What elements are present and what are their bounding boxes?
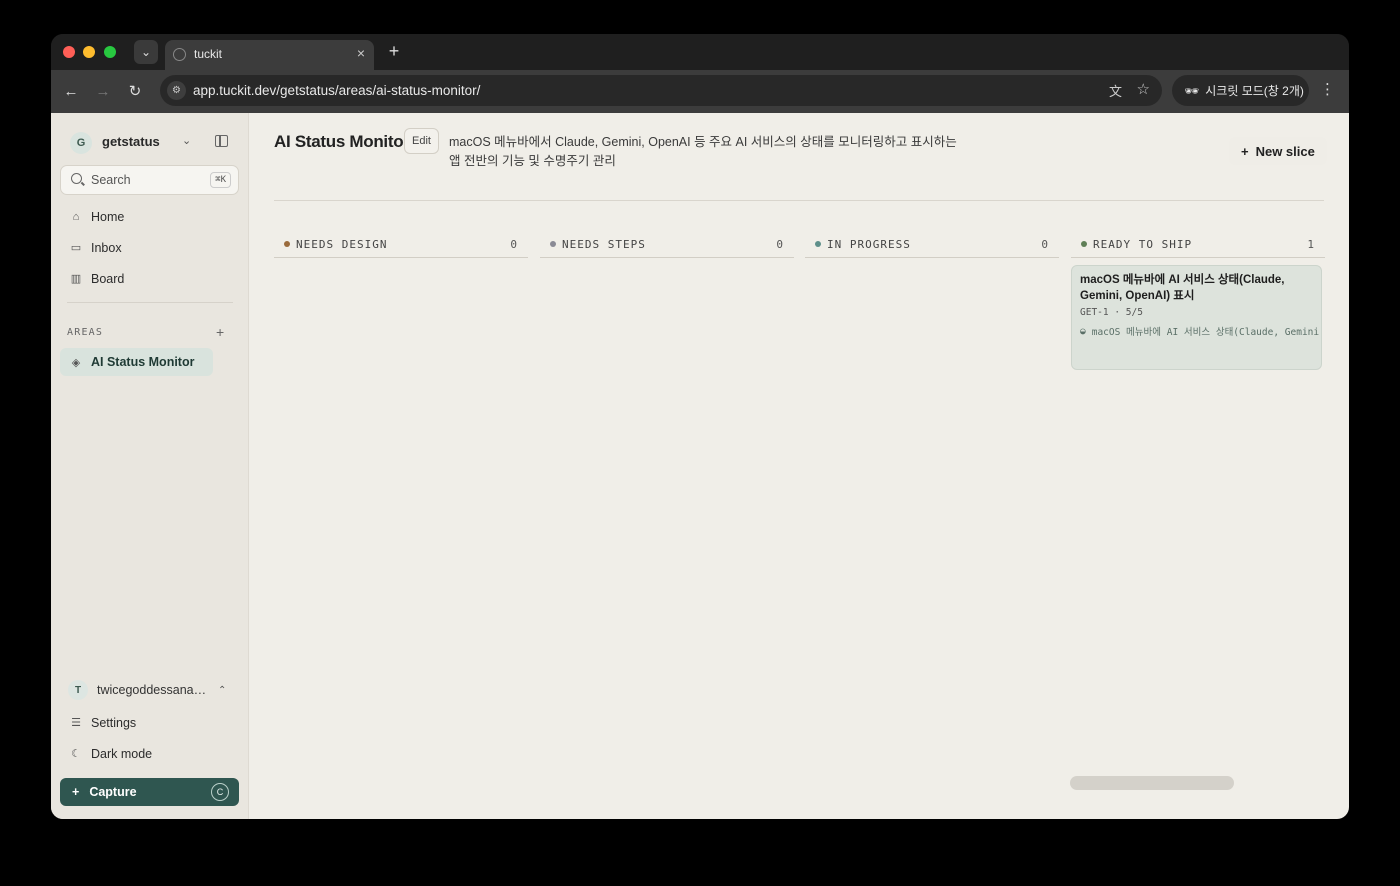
translate-icon[interactable]: 文 bbox=[1109, 81, 1122, 100]
column-title: NEEDS DESIGN bbox=[296, 237, 388, 251]
incognito-label: 시크릿 모드(창 2개) bbox=[1205, 84, 1304, 98]
site-info-icon[interactable]: ⚙ bbox=[167, 81, 186, 100]
bowl-icon: ◒ bbox=[1080, 325, 1086, 337]
chevron-down-icon: ⌄ bbox=[140, 45, 152, 59]
column-header: READY TO SHIP 1 bbox=[1071, 231, 1325, 258]
column-title: READY TO SHIP bbox=[1093, 237, 1193, 251]
dark-mode-toggle[interactable]: ☾ Dark mode bbox=[60, 740, 239, 767]
workspace-avatar[interactable]: G bbox=[70, 132, 92, 154]
new-slice-label: New slice bbox=[1255, 143, 1315, 159]
dark-mode-label: Dark mode bbox=[91, 746, 153, 761]
areas-heading: AREAS bbox=[67, 327, 104, 338]
sidebar-item-ai-status-monitor[interactable]: ◈ AI Status Monitor bbox=[60, 348, 213, 376]
column-header: NEEDS DESIGN 0 bbox=[274, 231, 528, 258]
column-in-progress: IN PROGRESS 0 bbox=[805, 231, 1059, 258]
column-count: 0 bbox=[776, 237, 784, 251]
sidebar-item-settings[interactable]: ☰ Settings bbox=[60, 709, 239, 736]
slice-card[interactable]: macOS 메뉴바에 AI 서비스 상태(Claude, Gemini, Ope… bbox=[1071, 265, 1322, 370]
close-window-button[interactable] bbox=[63, 46, 75, 58]
tab-strip: ⌄ tuckit × + bbox=[51, 34, 1349, 70]
plus-icon: + bbox=[72, 785, 80, 799]
column-header: IN PROGRESS 0 bbox=[805, 231, 1059, 258]
edit-area-button[interactable]: Edit bbox=[404, 128, 439, 154]
reload-button[interactable]: ↻ bbox=[124, 80, 146, 102]
tab-close-icon[interactable]: × bbox=[357, 45, 365, 61]
area-description: macOS 메뉴바에서 Claude, Gemini, OpenAI 등 주요 … bbox=[449, 135, 957, 168]
url-text[interactable]: app.tuckit.dev/getstatus/areas/ai-status… bbox=[193, 83, 480, 98]
minimize-window-button[interactable] bbox=[83, 46, 95, 58]
chevron-down-icon[interactable]: ⌄ bbox=[182, 134, 191, 147]
sidebar-item-label: Settings bbox=[91, 715, 137, 730]
search-label: Search bbox=[91, 173, 131, 187]
card-step: ◒ macOS 메뉴바에 AI 서비스 상태(Claude, Gemini, O… bbox=[1080, 324, 1321, 339]
chevron-up-icon: ⌃ bbox=[218, 684, 227, 696]
moon-icon: ☾ bbox=[71, 748, 81, 760]
horizontal-scrollbar[interactable] bbox=[1070, 776, 1234, 790]
bookmark-star-icon[interactable]: ☆ bbox=[1137, 80, 1150, 98]
new-slice-button[interactable]: + New slice bbox=[1229, 137, 1327, 165]
search-shortcut: ⌘K bbox=[210, 172, 231, 188]
home-icon: ⌂ bbox=[72, 210, 80, 223]
area-item-label: AI Status Monitor bbox=[91, 355, 195, 369]
plus-icon: + bbox=[1241, 143, 1249, 159]
capture-button[interactable]: + Capture C bbox=[60, 778, 239, 806]
sidebar-item-label: Board bbox=[91, 271, 125, 286]
new-tab-button[interactable]: + bbox=[383, 40, 405, 62]
address-bar[interactable]: ⚙ app.tuckit.dev/getstatus/areas/ai-stat… bbox=[160, 75, 1162, 106]
sidebar-item-label: Inbox bbox=[91, 240, 122, 255]
board-icon: ▥ bbox=[70, 273, 82, 285]
column-count: 0 bbox=[1041, 237, 1049, 251]
card-meta: GET-1 · 5/5 bbox=[1080, 307, 1143, 318]
sliders-icon: ☰ bbox=[71, 717, 81, 729]
tab-search-button[interactable]: ⌄ bbox=[134, 40, 158, 64]
search-input[interactable]: Search ⌘K bbox=[60, 165, 239, 195]
column-count: 1 bbox=[1307, 237, 1315, 251]
sidebar-item-home[interactable]: ⌂ Home bbox=[60, 203, 239, 230]
app: G getstatus ⌄ Search ⌘K ⌂ Home ▭ Inbox ▥… bbox=[51, 113, 1349, 819]
page-title: AI Status Monitor bbox=[274, 132, 410, 151]
divider bbox=[67, 302, 233, 303]
divider bbox=[274, 200, 1324, 201]
column-count: 0 bbox=[510, 237, 518, 251]
browser-tab[interactable]: tuckit × bbox=[165, 40, 374, 70]
status-dot bbox=[550, 241, 556, 247]
status-dot bbox=[815, 241, 821, 247]
browser-toolbar: ← → ↻ ⚙ app.tuckit.dev/getstatus/areas/a… bbox=[51, 70, 1349, 113]
forward-button[interactable]: → bbox=[92, 80, 114, 102]
browser-window: ⌄ tuckit × + ← → ↻ ⚙ app.tuckit.dev/gets… bbox=[51, 34, 1349, 819]
incognito-indicator[interactable]: 🕶 시크릿 모드(창 2개) bbox=[1172, 75, 1309, 106]
browser-menu-icon[interactable]: ⋮ bbox=[1320, 80, 1335, 98]
inbox-icon: ▭ bbox=[70, 242, 82, 254]
maximize-window-button[interactable] bbox=[104, 46, 116, 58]
column-needs-steps: NEEDS STEPS 0 bbox=[540, 231, 794, 258]
user-avatar: T bbox=[68, 680, 88, 700]
capture-label: Capture bbox=[89, 785, 137, 799]
status-dot bbox=[284, 241, 290, 247]
layers-icon: ◈ bbox=[71, 356, 81, 369]
card-step-text: macOS 메뉴바에 AI 서비스 상태(Claude, Gemini, Ope… bbox=[1091, 327, 1322, 338]
sidebar-item-label: Home bbox=[91, 209, 125, 224]
sidebar-item-board[interactable]: ▥ Board bbox=[60, 265, 239, 292]
main-content: AI Status Monitor Edit macOS 메뉴바에서 Claud… bbox=[249, 113, 1349, 819]
sidebar-toggle-icon[interactable] bbox=[215, 135, 228, 147]
card-title: macOS 메뉴바에 AI 서비스 상태(Claude, Gemini, Ope… bbox=[1080, 274, 1285, 302]
status-dot bbox=[1081, 241, 1087, 247]
column-header: NEEDS STEPS 0 bbox=[540, 231, 794, 258]
sidebar-item-inbox[interactable]: ▭ Inbox bbox=[60, 234, 239, 261]
user-name: twicegoddessana1229 bbox=[97, 683, 209, 697]
globe-icon bbox=[173, 48, 186, 61]
workspace-name[interactable]: getstatus bbox=[102, 134, 160, 149]
column-ready-to-ship: READY TO SHIP 1 macOS 메뉴바에 AI 서비스 상태(Cla… bbox=[1071, 231, 1325, 370]
tab-title: tuckit bbox=[194, 47, 223, 61]
column-title: IN PROGRESS bbox=[827, 237, 911, 251]
column-title: NEEDS STEPS bbox=[562, 237, 646, 251]
capture-shortcut: C bbox=[211, 783, 229, 801]
incognito-icon: 🕶 bbox=[1184, 83, 1200, 98]
column-needs-design: NEEDS DESIGN 0 bbox=[274, 231, 528, 258]
back-button[interactable]: ← bbox=[60, 80, 82, 102]
user-menu[interactable]: T twicegoddessana1229 ⌃ bbox=[68, 678, 233, 702]
sidebar: G getstatus ⌄ Search ⌘K ⌂ Home ▭ Inbox ▥… bbox=[51, 113, 249, 819]
add-area-button[interactable]: + bbox=[216, 324, 224, 340]
search-icon bbox=[71, 173, 82, 184]
